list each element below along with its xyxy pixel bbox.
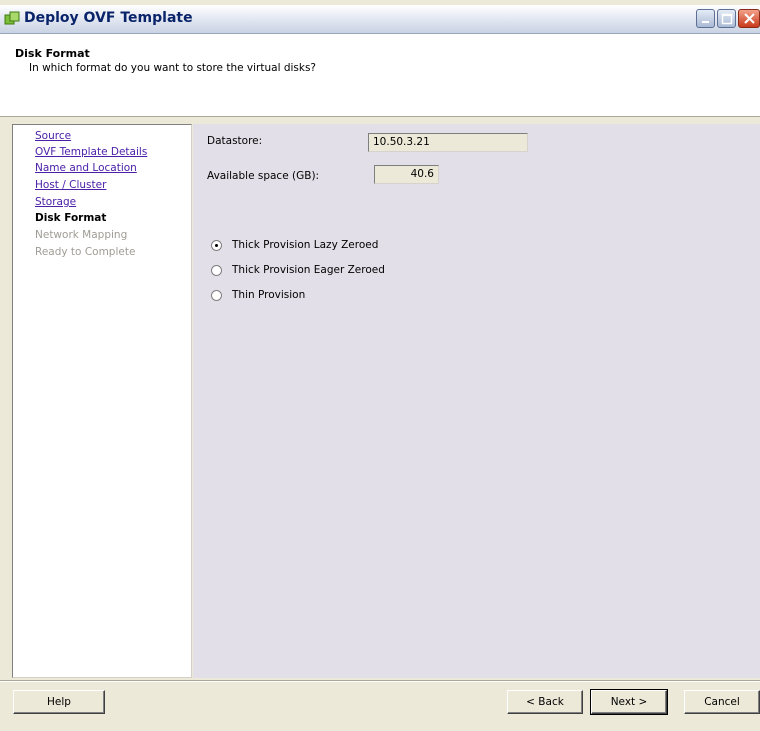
back-button[interactable]: < Back (507, 690, 583, 714)
footer-divider-highlight (0, 681, 760, 682)
help-button[interactable]: Help (13, 690, 105, 714)
option-label: Thick Provision Lazy Zeroed (232, 239, 379, 251)
next-button[interactable]: Next > (590, 689, 668, 715)
step-name-and-location[interactable]: Name and Location (35, 162, 137, 174)
radio-button-selected[interactable] (211, 239, 222, 251)
step-ready-to-complete: Ready to Complete (35, 246, 136, 258)
window-title: Deploy OVF Template (24, 10, 193, 26)
page-subtitle: In which format do you want to store the… (29, 62, 317, 74)
available-space-label: Available space (GB): (207, 170, 320, 182)
close-button[interactable] (738, 9, 760, 28)
step-storage[interactable]: Storage (35, 196, 76, 208)
cancel-button[interactable]: Cancel (684, 690, 760, 714)
available-space-field: 40.6 (374, 165, 439, 184)
step-network-mapping: Network Mapping (35, 229, 128, 241)
title-bar[interactable]: Deploy OVF Template (0, 5, 760, 34)
step-ovf-template-details[interactable]: OVF Template Details (35, 146, 147, 158)
maximize-button[interactable] (717, 9, 736, 28)
page-title: Disk Format (15, 47, 90, 60)
option-thin-provision[interactable]: Thin Provision (211, 288, 305, 302)
radio-button[interactable] (211, 264, 222, 276)
step-disk-format: Disk Format (35, 212, 107, 224)
datastore-label: Datastore: (207, 135, 263, 147)
wizard-steps-panel: Source OVF Template Details Name and Loc… (12, 124, 192, 678)
radio-button[interactable] (211, 289, 222, 301)
datastore-field: 10.50.3.21 (368, 133, 528, 152)
option-label: Thin Provision (232, 289, 306, 301)
step-source[interactable]: Source (35, 130, 71, 142)
wizard-header: Disk Format In which format do you want … (0, 34, 760, 117)
option-thick-lazy-zeroed[interactable]: Thick Provision Lazy Zeroed (211, 238, 378, 252)
vsphere-app-icon (4, 11, 20, 27)
step-host-cluster[interactable]: Host / Cluster (35, 179, 106, 191)
option-thick-eager-zeroed[interactable]: Thick Provision Eager Zeroed (211, 263, 385, 277)
minimize-button[interactable] (696, 9, 715, 28)
option-label: Thick Provision Eager Zeroed (232, 264, 385, 276)
disk-format-panel: Datastore: 10.50.3.21 Available space (G… (193, 124, 760, 678)
